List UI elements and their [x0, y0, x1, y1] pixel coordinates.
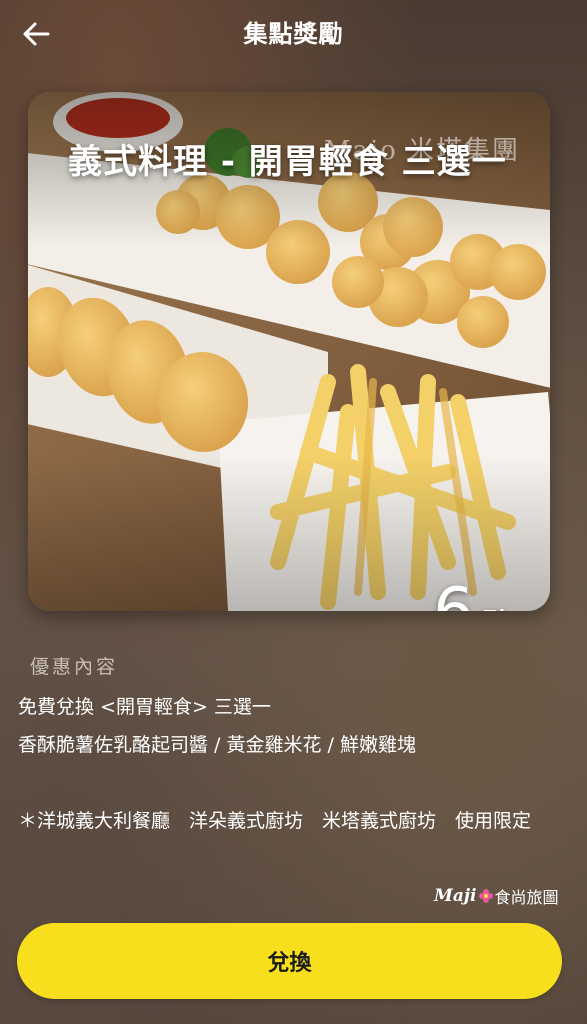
points-badge: 6 點	[433, 580, 510, 611]
points-unit: 點	[482, 602, 510, 611]
offer-description: 免費兌換 <開胃輕食> 三選一 香酥脆薯佐乳酪起司醬 / 黃金雞米花 / 鮮嫩雞…	[18, 688, 563, 840]
desc-line	[18, 764, 563, 802]
points-value: 6	[433, 580, 474, 611]
section-label: 優惠內容	[30, 656, 119, 678]
redeem-button[interactable]: 兌換	[17, 923, 562, 999]
desc-line: ＊洋城義大利餐廳 洋朵義式廚坊 米塔義式廚坊 使用限定	[18, 810, 532, 832]
watermark-text: 食尚旅圖	[494, 888, 559, 907]
top-bar: 集點獎勵	[0, 0, 587, 64]
flower-icon	[479, 889, 494, 903]
desc-line: 香酥脆薯佐乳酪起司醬 / 黃金雞米花 / 鮮嫩雞塊	[18, 734, 416, 756]
watermark-brand: Maji	[434, 886, 477, 906]
reward-card: Majo 米塔集團 義式料理 - 開胃輕食 三選一 6 點	[28, 92, 550, 611]
watermark-logo: Maji 食尚旅圖	[434, 884, 558, 908]
desc-line: 免費兌換 <開胃輕食> 三選一	[18, 696, 271, 718]
reward-title: 義式料理 - 開胃輕食 三選一	[68, 142, 507, 182]
page-title: 集點獎勵	[243, 20, 344, 48]
